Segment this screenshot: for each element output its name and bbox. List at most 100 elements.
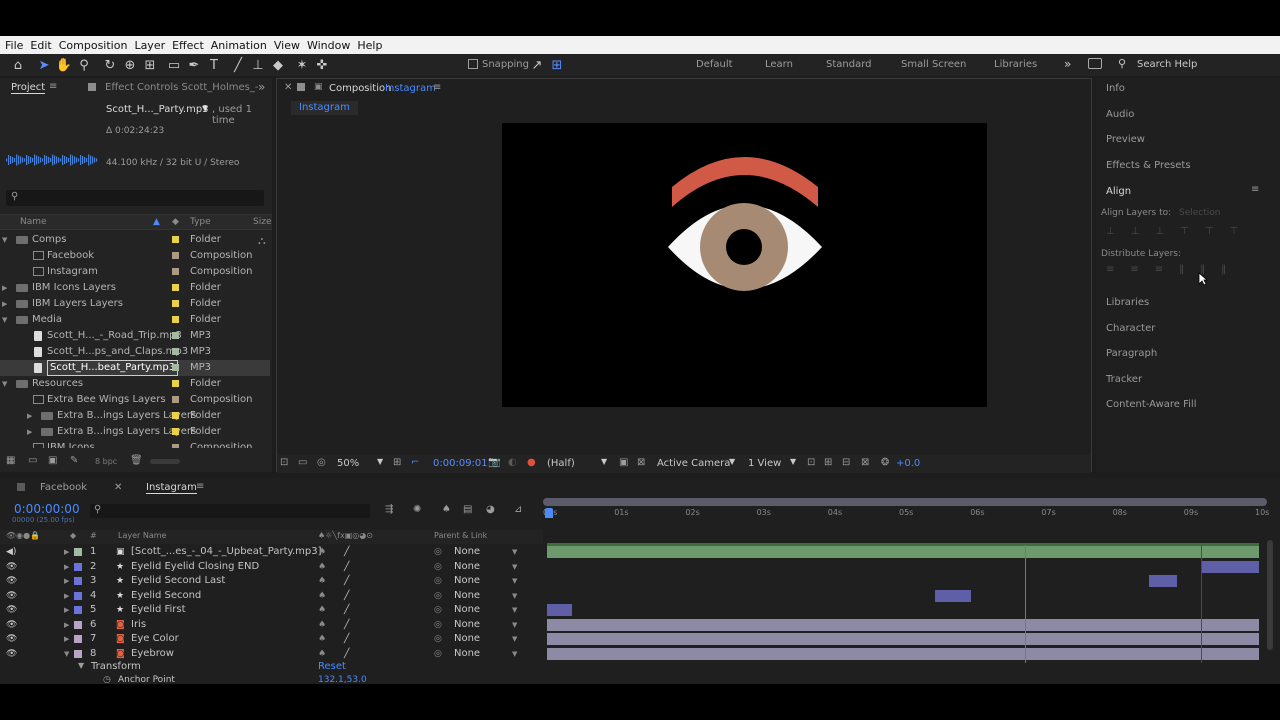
layer-duration-bar[interactable] (547, 546, 1259, 558)
quality-switch-icon[interactable]: ╱ (344, 574, 349, 588)
chevron-down-icon[interactable]: ▼ (512, 603, 517, 617)
label-color-swatch[interactable] (172, 300, 179, 307)
project-item[interactable]: ▶ Extra B...ings Layers Layers Folder (0, 424, 270, 440)
home-icon[interactable]: ⌂ (8, 55, 28, 75)
timeline-layer-row[interactable]: 👁 ▶ 4 ★ Eyelid Second ♠ ╱ ◎ None ▼ (0, 589, 1280, 603)
project-item[interactable]: ▼ Comps Folder (0, 232, 270, 248)
zoom-select[interactable]: 50% (337, 458, 359, 469)
timeline-layer-row[interactable]: 👁 ▶ 6 ◙ Iris ♠ ╱ ◎ None ▼ (0, 618, 1280, 632)
shy-switch-icon[interactable]: ♠ (318, 603, 326, 617)
draft-3d-icon[interactable]: ✺ (413, 504, 421, 515)
project-settings-icon[interactable]: ✎ (70, 455, 78, 466)
time-navigator[interactable] (543, 498, 1267, 506)
camera-select[interactable]: Active Camera (657, 458, 730, 469)
label-color-swatch[interactable] (172, 396, 179, 403)
snap-edges-icon[interactable]: ↗ (527, 55, 547, 75)
more-workspaces-icon[interactable]: » (1064, 57, 1071, 71)
chevron-down-icon[interactable]: ▼ (790, 457, 796, 466)
file-dropdown-icon[interactable]: ▼ (202, 104, 208, 113)
timeline-layer-row[interactable]: 👁 ▶ 5 ★ Eyelid First ♠ ╱ ◎ None ▼ (0, 603, 1280, 617)
chevron-down-icon[interactable]: ▼ (512, 632, 517, 646)
menu-animation[interactable]: Animation (211, 39, 267, 52)
layer-duration-bar[interactable] (1202, 560, 1259, 573)
timeline-layer-row[interactable]: 👁 ▶ 2 ★ Eyelid Eyelid Closing END ♠ ╱ ◎ … (0, 560, 1280, 574)
fast-previews-icon[interactable]: ▣ (619, 457, 628, 468)
tab-effect-controls[interactable]: Effect Controls Scott_Holmes_- (105, 82, 258, 93)
transform-label[interactable]: Transform (91, 661, 141, 672)
shy-switch-icon[interactable]: ♠ (318, 589, 326, 603)
label-color-swatch[interactable] (172, 428, 179, 435)
menu-effect[interactable]: Effect (172, 39, 204, 52)
menu-help[interactable]: Help (357, 39, 382, 52)
col-layer-name[interactable]: Layer Name (118, 531, 166, 540)
timeline-tab-instagram[interactable]: Instagram (146, 482, 197, 494)
parent-select[interactable]: None (454, 560, 480, 574)
resolution-select[interactable]: (Half) (547, 458, 575, 469)
chevron-down-icon[interactable]: ▼ (512, 545, 517, 559)
quality-switch-icon[interactable]: ╱ (344, 632, 349, 646)
chevron-down-icon[interactable]: ▼ (2, 312, 7, 328)
transparency-grid-icon[interactable]: ⊠ (637, 457, 645, 468)
project-item[interactable]: ▼ Media Folder (0, 312, 270, 328)
workspace-default[interactable]: Default (696, 59, 733, 70)
chevron-down-icon[interactable]: ▼ (601, 457, 607, 466)
expand-layer-icon[interactable]: ▶ (64, 560, 69, 574)
visibility-eye-icon[interactable]: 👁 (6, 560, 17, 574)
layer-label-color[interactable] (74, 577, 82, 585)
mask-icon[interactable]: ◎ (317, 457, 326, 468)
view-layout-select[interactable]: 1 View (748, 458, 781, 469)
timeline-timecode[interactable]: 0:00:00:00 (14, 502, 80, 516)
chevron-right-icon[interactable]: ▶ (2, 280, 7, 296)
menu-edit[interactable]: Edit (30, 39, 51, 52)
layer-name[interactable]: Eyelid Second Last (131, 574, 225, 588)
panel-preview[interactable]: Preview (1106, 134, 1145, 145)
exposure-value[interactable]: +0.0 (896, 458, 920, 469)
visibility-eye-icon[interactable]: 👁 (6, 618, 17, 632)
shy-switch-icon[interactable]: ♠ (318, 560, 326, 574)
frame-blending-icon[interactable]: ▤ (463, 504, 472, 515)
more-tabs-icon[interactable]: » (258, 80, 265, 94)
col-name[interactable]: Name (20, 217, 47, 227)
timeline-icon[interactable]: ⊟ (842, 457, 850, 468)
timeline-scrollbar[interactable] (1267, 530, 1275, 660)
shy-switch-icon[interactable]: ♠ (318, 618, 326, 632)
hand-tool-icon[interactable]: ✋ (54, 55, 74, 75)
label-color-swatch[interactable] (172, 252, 179, 259)
label-color-swatch[interactable] (172, 284, 179, 291)
chevron-down-icon[interactable]: ▼ (512, 618, 517, 632)
project-item[interactable]: Scott_H..._-_Road_Trip.mp3 MP3 (0, 328, 270, 344)
label-color-swatch[interactable] (172, 348, 179, 355)
selection-tool-icon[interactable]: ➤ (34, 55, 54, 75)
rectangle-tool-icon[interactable]: ▭ (164, 55, 184, 75)
parent-select[interactable]: None (454, 574, 480, 588)
comp-mini-flowchart-icon[interactable]: ⇶ (385, 504, 393, 515)
chevron-down-icon[interactable]: ▼ (2, 232, 7, 248)
current-time-indicator[interactable] (545, 508, 553, 518)
panel-info[interactable]: Info (1106, 83, 1125, 94)
chevron-down-icon[interactable]: ▼ (729, 457, 735, 466)
lock-icon[interactable] (297, 83, 305, 91)
expand-layer-icon[interactable]: ▶ (64, 545, 69, 559)
layer-name[interactable]: Iris (131, 618, 146, 632)
panel-paragraph[interactable]: Paragraph (1106, 348, 1157, 359)
shy-switch-icon[interactable]: ♠ (318, 574, 326, 588)
expand-layer-icon[interactable]: ▶ (64, 574, 69, 588)
workspace-standard[interactable]: Standard (826, 59, 872, 70)
project-item[interactable]: ▼ Resources Folder (0, 376, 270, 392)
lock-icon[interactable] (88, 83, 96, 91)
pickwhip-icon[interactable]: ◎ (434, 618, 442, 632)
label-color-swatch[interactable] (172, 444, 179, 448)
quality-switch-icon[interactable]: ╱ (344, 618, 349, 632)
bit-depth[interactable]: 8 bpc (95, 457, 117, 466)
project-item[interactable]: Instagram Composition (0, 264, 270, 280)
layer-label-color[interactable] (74, 562, 82, 571)
menu-view[interactable]: View (274, 39, 300, 52)
timeline-layer-row[interactable]: 👁 ▶ 3 ★ Eyelid Second Last ♠ ╱ ◎ None ▼ (0, 574, 1280, 588)
parent-select[interactable]: None (454, 647, 480, 661)
project-item[interactable]: Scott_H...beat_Party.mp3 MP3 (0, 360, 270, 376)
new-folder-footer-icon[interactable]: ▭ (28, 455, 37, 466)
pickwhip-icon[interactable]: ◎ (434, 647, 442, 661)
label-color-swatch[interactable] (172, 332, 179, 339)
panel-content-aware-fill[interactable]: Content-Aware Fill (1106, 399, 1196, 410)
workspace-layout-icon[interactable] (1088, 58, 1102, 69)
